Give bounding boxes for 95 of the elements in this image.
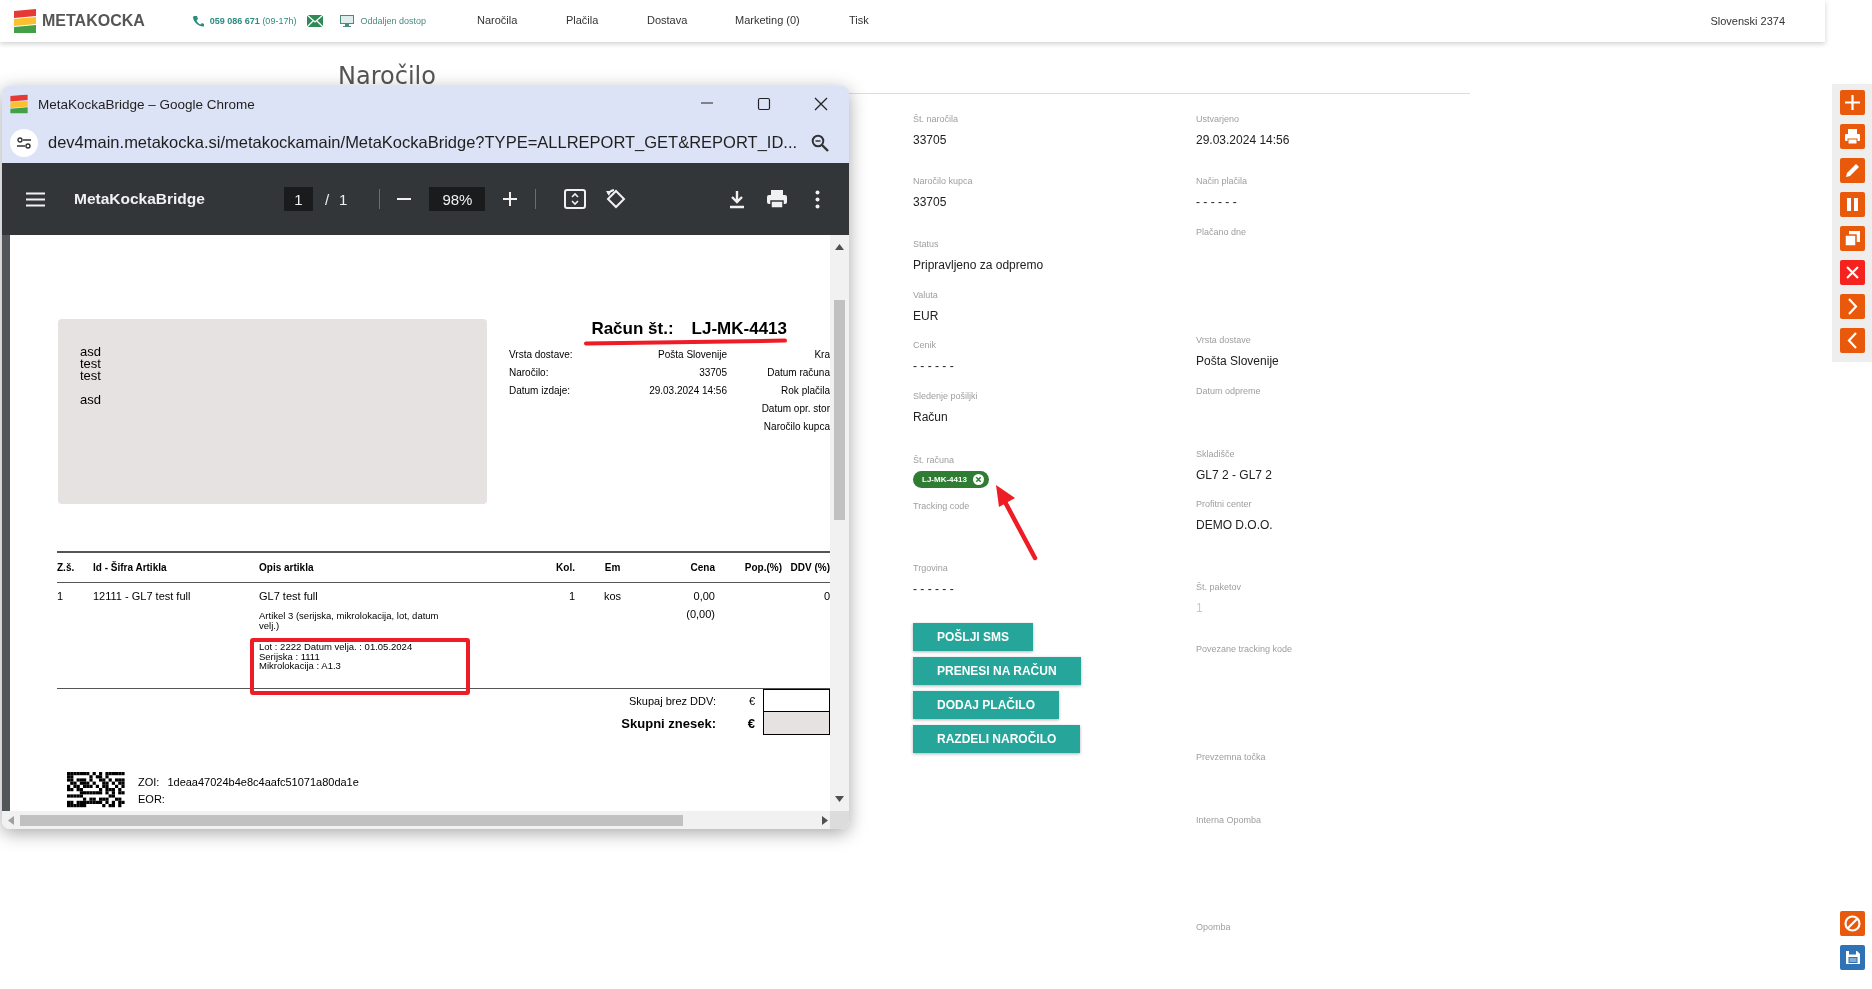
field-label: Št. računa <box>913 454 955 466</box>
field-label: Naročilo kupca <box>913 175 973 187</box>
column-header: DDV (%) <box>789 562 830 573</box>
info-label: Datum računa <box>766 366 830 380</box>
field-label: Ustvarjeno <box>1196 113 1240 125</box>
info-label: Vrsta dostave: <box>509 348 574 362</box>
field-label: Tracking code <box>913 500 970 512</box>
info-label: Datum izdaje: <box>509 384 572 398</box>
field-label: Št. naročila <box>913 113 959 125</box>
info-label: Datum opr. stor <box>760 402 830 416</box>
field-label: Opomba <box>1196 921 1231 933</box>
field-value: Pošta Slovenije <box>1196 353 1279 369</box>
table-cell-text: (0,00) <box>685 608 715 621</box>
item-detail: Serijska : 1111 <box>259 651 321 661</box>
field-value: GL7 2 - GL7 2 <box>1196 467 1273 483</box>
field-label: Cenik <box>913 339 936 351</box>
field-label: Vrsta dostave <box>1196 334 1251 346</box>
zoom-field[interactable]: 98% <box>429 187 486 211</box>
nav-link[interactable]: Naročila <box>476 10 566 32</box>
field-value: EUR <box>913 308 939 324</box>
info-label: Rok plačila <box>780 384 830 398</box>
column-header: Kol. <box>555 562 575 573</box>
field-value: - - - - - - <box>913 581 954 597</box>
table-cell-text: 0 <box>822 590 830 604</box>
field-value: Račun <box>913 409 948 425</box>
field-value: - - - - - - <box>913 358 954 374</box>
info-value: 33705 <box>698 366 727 380</box>
address-line: test <box>80 370 102 382</box>
field-label: Sledenje pošiljki <box>913 390 978 402</box>
nav-link[interactable]: Plačila <box>565 10 647 32</box>
field-value: DEMO D.O.O. <box>1196 517 1273 533</box>
item-note: Artikel 3 (serijska, mikrolokacija, lot, datum velj.) <box>259 611 440 630</box>
table-cell-text: 1 <box>57 590 65 604</box>
field-label: Trgovina <box>913 562 948 574</box>
field-value: 33705 <box>913 194 947 210</box>
page-number-field[interactable]: 1 <box>283 187 313 211</box>
address-line: asd <box>80 346 102 358</box>
nav-link[interactable]: Tisk <box>848 10 869 32</box>
user-name: Slovenski 2374 <box>1710 15 1785 27</box>
currency-symbol: € <box>747 694 756 707</box>
table-cell-text: kos <box>602 590 623 604</box>
field-label: Št. paketov <box>1196 581 1242 593</box>
column-header: Z.š. <box>57 562 76 573</box>
info-value: 29.03.2024 14:56 <box>648 384 727 398</box>
column-header: Opis artikla <box>259 562 315 573</box>
column-header: Pop.(%) <box>743 562 782 573</box>
zoi-code: 1deaa47024b4e8c4aafc51071a80da1e <box>167 776 359 788</box>
field-label: Datum odpreme <box>1196 385 1261 397</box>
logo-text: METAKOCKA <box>42 12 145 30</box>
field-label: Status <box>913 238 939 250</box>
remote-access-link[interactable]: Oddaljen dostop <box>360 16 426 26</box>
field-value: 29.03.2024 14:56 <box>1196 132 1290 148</box>
currency-symbol: € <box>746 716 756 731</box>
field-value: 33705 <box>913 132 947 148</box>
total-label: Skupaj brez DDV: <box>628 694 716 707</box>
invoice-chip[interactable]: LJ-MK-4413 <box>913 471 989 488</box>
field-label: Profitni center <box>1196 498 1252 510</box>
item-detail: Mikrolokacija : A1.3 <box>259 661 342 671</box>
nav-link[interactable]: Marketing (0) <box>734 10 849 32</box>
total-label: Skupni znesek: <box>621 716 716 731</box>
eor-label: EOR: <box>138 792 166 807</box>
info-label: Naročilo kupca <box>762 420 830 434</box>
address-bar-url[interactable]: dev4main.metakocka.si/metakockamain/MetaKockaBridge?TYPE=ALLREPORT_GET&REPORT_ID... <box>48 133 798 152</box>
field-label: Skladišče <box>1196 448 1235 460</box>
invoice-number: LJ-MK-4413 <box>691 318 787 340</box>
field-label: Valuta <box>913 289 938 301</box>
invoice-label: Račun št.: <box>591 318 674 340</box>
info-value: Pošta Slovenije <box>657 348 727 362</box>
field-label: Plačano dne <box>1196 226 1247 238</box>
field-label: Način plačila <box>1196 175 1248 187</box>
field-label: Interna Opomba <box>1196 814 1262 826</box>
zoi-label: ZOI: <box>138 776 160 788</box>
table-cell-text: 0,00 <box>692 590 715 603</box>
page-title: Naročilo <box>338 62 436 90</box>
field-label: Povezane tracking kode <box>1196 643 1293 655</box>
page-separator: / <box>324 190 330 208</box>
table-cell-text: 1 <box>567 590 575 604</box>
column-header: Em <box>603 562 622 573</box>
info-label: Kra <box>813 348 830 362</box>
page-count: 1 <box>339 190 348 208</box>
field-value: - - - - - - <box>1196 194 1237 210</box>
column-header: Cena <box>689 562 715 573</box>
address-line: test <box>80 358 102 370</box>
field-value: Pripravljeno za odpremo <box>913 257 1044 273</box>
phone-number: 059 086 671 (09-17h) <box>209 16 297 26</box>
field-label: Prevzemna točka <box>1196 751 1266 763</box>
window-title: MetaKockaBridge – Google Chrome <box>38 96 255 112</box>
column-header: Id - Šifra Artikla <box>93 562 168 573</box>
nav-link[interactable]: Dostava <box>646 10 735 32</box>
address-line: asd <box>80 394 102 406</box>
document-title: MetaKockaBridge <box>74 190 205 208</box>
table-cell-text: GL7 test full <box>259 590 319 603</box>
item-detail: Lot : 2222 Datum velja. : 01.05.2024 <box>259 642 414 652</box>
table-cell-text: 12111 - GL7 test full <box>93 590 192 604</box>
info-label: Naročilo: <box>509 366 550 380</box>
